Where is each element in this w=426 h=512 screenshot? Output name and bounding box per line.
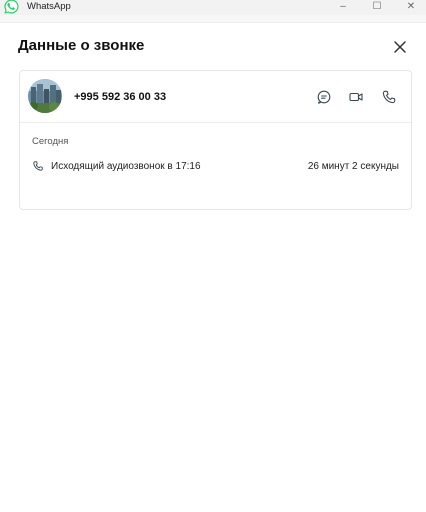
page-title: Данные о звонке <box>18 37 145 54</box>
date-label: Сегодня <box>32 136 69 147</box>
chat-icon[interactable] <box>316 89 332 105</box>
call-duration: 26 минут 2 секунды <box>307 161 399 172</box>
app-title: WhatsApp <box>27 1 71 12</box>
maximize-button[interactable]: ☐ <box>360 0 394 12</box>
contact-row: +995 592 36 00 33 <box>20 71 411 123</box>
avatar[interactable] <box>28 79 62 113</box>
title-bar: WhatsApp – ☐ ✕ <box>0 0 426 15</box>
video-call-icon[interactable] <box>348 89 364 105</box>
outgoing-call-icon <box>33 161 43 171</box>
call-description: Исходящий аудиозвонок в 17:16 <box>51 161 201 172</box>
minimize-button[interactable]: – <box>326 0 360 12</box>
window-close-button[interactable]: ✕ <box>394 0 426 12</box>
phone-icon[interactable] <box>381 89 397 105</box>
close-icon[interactable] <box>393 40 407 54</box>
call-history-row: Исходящий аудиозвонок в 17:16 26 минут 2… <box>20 157 411 177</box>
call-details-card: +995 592 36 00 33 Сегодня Исходящий ауди… <box>19 70 412 210</box>
avatar-image <box>28 79 62 113</box>
call-details-panel: Данные о звонке +995 592 36 00 33 Сегодн… <box>0 22 426 512</box>
contact-phone: +995 592 36 00 33 <box>74 91 167 103</box>
whatsapp-logo-icon <box>4 0 19 14</box>
